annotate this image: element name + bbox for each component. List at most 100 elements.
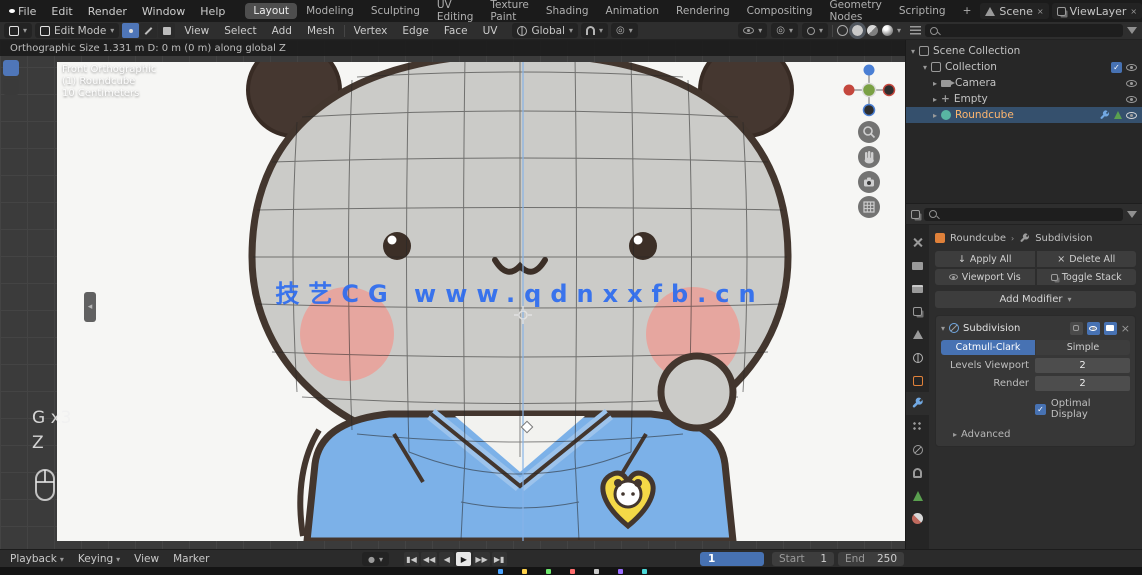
frame-end-field[interactable]: End 250	[838, 552, 904, 566]
properties-editor-icon[interactable]	[911, 209, 920, 219]
previous-keyframe-button[interactable]: ◀◀	[421, 552, 438, 566]
outliner-row-scene-collection[interactable]: ▾ Scene Collection	[906, 43, 1142, 59]
transform-orientation-selector[interactable]: Global ▾	[512, 23, 578, 38]
hide-icon[interactable]	[1126, 79, 1137, 87]
outliner-editor-icon[interactable]	[910, 26, 921, 35]
menu-view[interactable]: View	[128, 552, 165, 566]
hide-icon[interactable]	[1126, 63, 1137, 71]
close-modifier-icon[interactable]: ×	[1121, 322, 1130, 335]
properties-search-input[interactable]	[924, 207, 1123, 221]
pan-button[interactable]	[858, 146, 880, 168]
editor-type-selector[interactable]: ▾	[4, 23, 33, 38]
add-workspace-button[interactable]: +	[955, 3, 980, 19]
outliner-row-empty[interactable]: ▸ + Empty	[906, 91, 1142, 107]
outliner-row-roundcube[interactable]: ▸ Roundcube	[906, 107, 1142, 123]
workspace-tab-compositing[interactable]: Compositing	[739, 3, 821, 19]
menu-marker[interactable]: Marker	[167, 552, 215, 566]
menu-edit[interactable]: Edit	[44, 3, 79, 20]
expand-icon[interactable]: ▾	[923, 63, 927, 72]
menu-face[interactable]: Face	[438, 24, 474, 38]
modifier-name[interactable]: Subdivision	[963, 323, 1066, 334]
catmull-clark-button[interactable]: Catmull-Clark	[941, 340, 1035, 355]
perspective-toggle-button[interactable]	[858, 196, 880, 218]
vertex-select-button[interactable]	[122, 23, 140, 38]
menu-render[interactable]: Render	[81, 3, 134, 20]
frame-start-field[interactable]: Start 1	[772, 552, 834, 566]
active-tool-button[interactable]	[3, 60, 19, 76]
tab-material[interactable]	[906, 507, 930, 530]
toggle-stack-button[interactable]: Toggle Stack	[1036, 269, 1136, 285]
menu-window[interactable]: Window	[135, 3, 192, 20]
add-modifier-button[interactable]: Add Modifier ▾	[935, 291, 1136, 308]
workspace-tab-animation[interactable]: Animation	[598, 3, 668, 19]
breadcrumb-modifier[interactable]: Subdivision	[1035, 233, 1092, 244]
next-keyframe-button[interactable]: ▶▶	[473, 552, 490, 566]
shading-rendered-button[interactable]	[881, 25, 893, 36]
menu-help[interactable]: Help	[193, 3, 232, 20]
apply-all-button[interactable]: ↓ Apply All	[935, 251, 1035, 267]
viewport-vis-button[interactable]: Viewport Vis	[935, 269, 1035, 285]
collection-checkbox[interactable]: ✓	[1111, 61, 1122, 73]
outliner-row-camera[interactable]: ▸ Camera	[906, 75, 1142, 91]
scene-unlink-icon[interactable]: ×	[1037, 7, 1044, 16]
filter-icon[interactable]	[1127, 210, 1137, 218]
tab-render[interactable]	[906, 254, 930, 277]
edit-mode-toggle[interactable]	[1069, 321, 1083, 335]
gizmos-dropdown[interactable]: ◎ ▾	[771, 23, 798, 38]
zoom-button[interactable]	[858, 121, 880, 143]
menu-playback[interactable]: Playback ▾	[4, 552, 70, 566]
jump-to-end-button[interactable]: ▶▮	[491, 552, 507, 566]
tab-tool[interactable]	[906, 231, 930, 254]
edge-select-button[interactable]	[140, 23, 158, 38]
tab-object-data[interactable]	[906, 484, 930, 507]
outliner-row-collection[interactable]: ▾ Collection ✓	[906, 59, 1142, 75]
sidebar-collapse-handle[interactable]: ◂	[84, 292, 96, 322]
tab-constraints[interactable]	[906, 461, 930, 484]
optimal-display-checkbox[interactable]: ✓	[1035, 403, 1046, 415]
camera-view-button[interactable]	[858, 171, 880, 193]
view-layer-selector[interactable]: ViewLayer ×	[1051, 3, 1142, 19]
tab-scene[interactable]	[906, 323, 930, 346]
expand-icon[interactable]: ▾	[911, 47, 915, 56]
navigation-gizmo[interactable]	[841, 62, 897, 118]
levels-viewport-field[interactable]: 2	[1035, 358, 1130, 373]
play-button[interactable]: ▶	[456, 552, 472, 566]
menu-add[interactable]: Add	[266, 24, 298, 38]
viewport-display-toggle[interactable]	[1086, 321, 1100, 335]
menu-mesh[interactable]: Mesh	[301, 24, 341, 38]
menu-vertex[interactable]: Vertex	[348, 24, 394, 38]
play-reverse-button[interactable]: ◀	[439, 552, 455, 566]
jump-to-start-button[interactable]: ▮◀	[404, 552, 419, 566]
expand-icon[interactable]: ▸	[933, 79, 937, 88]
workspace-tab-rendering[interactable]: Rendering	[668, 3, 738, 19]
current-frame-field[interactable]: 1	[700, 552, 764, 566]
tool-options-button[interactable]	[3, 79, 19, 95]
hide-icon[interactable]	[1126, 95, 1137, 103]
shading-wireframe-button[interactable]	[836, 25, 848, 36]
menu-file[interactable]: File	[11, 3, 43, 20]
workspace-tab-modeling[interactable]: Modeling	[298, 3, 362, 19]
workspace-tab-layout[interactable]: Layout	[245, 3, 298, 19]
workspace-tab-sculpting[interactable]: Sculpting	[363, 3, 428, 19]
expand-icon[interactable]: ▾	[941, 324, 945, 333]
menu-select[interactable]: Select	[218, 24, 262, 38]
workspace-tab-shading[interactable]: Shading	[538, 3, 597, 19]
delete-all-button[interactable]: × Delete All	[1036, 251, 1136, 267]
render-levels-field[interactable]: 2	[1035, 376, 1130, 391]
auto-keying-controls[interactable]: ● ▾	[362, 552, 389, 566]
proportional-edit-toggle[interactable]: ◎ ▾	[611, 23, 638, 38]
overlays-dropdown[interactable]: ▾	[801, 23, 828, 38]
shading-solid-button[interactable]	[848, 22, 866, 39]
expand-icon[interactable]: ▸	[933, 95, 937, 104]
mode-selector[interactable]: Edit Mode ▾	[35, 23, 120, 38]
tab-modifiers[interactable]	[905, 392, 930, 415]
viewport-3d[interactable]: Orthographic Size 1.331 m D: 0 m (0 m) a…	[0, 40, 905, 549]
menu-edge[interactable]: Edge	[396, 24, 434, 38]
tab-world[interactable]	[906, 346, 930, 369]
tab-particles[interactable]	[906, 415, 930, 438]
render-display-toggle[interactable]	[1103, 321, 1117, 335]
expand-icon[interactable]: ▸	[933, 111, 937, 120]
simple-button[interactable]: Simple	[1036, 340, 1130, 355]
filter-icon[interactable]	[1127, 27, 1137, 34]
face-select-button[interactable]	[158, 23, 176, 38]
